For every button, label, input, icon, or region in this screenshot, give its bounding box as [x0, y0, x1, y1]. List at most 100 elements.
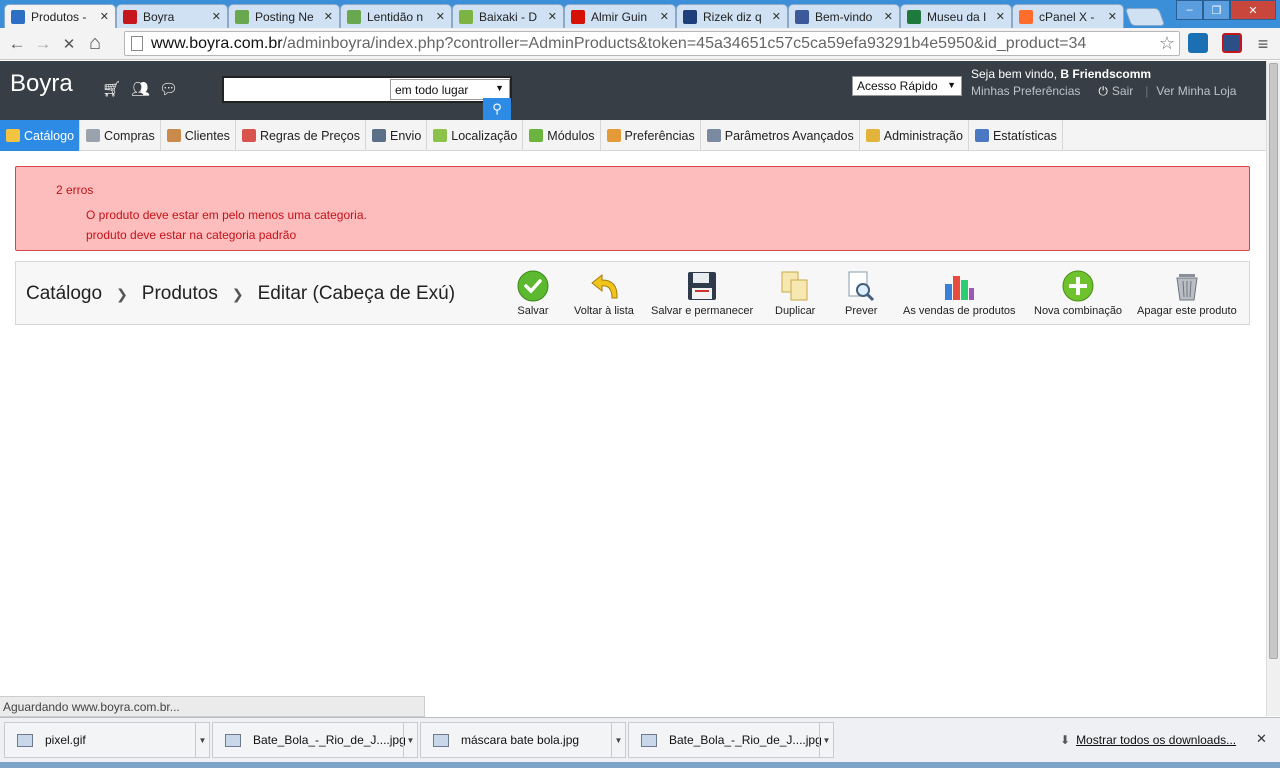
download-item[interactable]: Bate_Bola_-_Rio_de_J....jpg ▼: [628, 722, 834, 758]
browser-tab[interactable]: Almir Guin ✕: [564, 4, 676, 28]
close-tab-icon[interactable]: ✕: [1108, 10, 1117, 23]
search-button[interactable]: ⚲: [483, 98, 511, 120]
trello-extension-icon[interactable]: [1188, 33, 1208, 53]
home-button[interactable]: ⌂: [82, 31, 108, 57]
browser-tab[interactable]: Baixaki - D ✕: [452, 4, 564, 28]
chrome-menu-button[interactable]: ≡: [1250, 31, 1276, 57]
menu-item-label: Estatísticas: [992, 128, 1057, 143]
browser-tab[interactable]: Boyra ✕: [116, 4, 228, 28]
search-scope-select[interactable]: em todo lugar ▼: [390, 79, 510, 100]
delete-product-button[interactable]: Apagar este produto: [1137, 270, 1237, 317]
browser-tab-title: Baixaki - D: [479, 9, 538, 24]
welcome-user: B Friendscomm: [1060, 67, 1152, 81]
browser-tab[interactable]: Posting Ne ✕: [228, 4, 340, 28]
menu-item[interactable]: Estatísticas: [969, 120, 1063, 151]
menu-item[interactable]: Catálogo: [0, 120, 81, 151]
view-store-link[interactable]: Ver Minha Loja: [1156, 84, 1236, 99]
preview-button[interactable]: Prever: [845, 270, 877, 317]
close-tab-icon[interactable]: ✕: [548, 10, 557, 23]
menu-item[interactable]: Compras: [80, 120, 161, 151]
customers-icon[interactable]: 👥︎: [131, 80, 150, 98]
maximize-button[interactable]: ❐: [1203, 0, 1230, 20]
browser-tab[interactable]: Rizek diz q ✕: [676, 4, 788, 28]
duplicate-label: Duplicar: [775, 305, 816, 317]
menu-item-label: Preferências: [624, 128, 695, 143]
browser-tab[interactable]: Museu da I ✕: [900, 4, 1012, 28]
stop-loading-button[interactable]: ✕: [56, 31, 82, 57]
back-to-list-button[interactable]: Voltar à lista: [574, 270, 634, 317]
image-file-icon: [641, 733, 657, 747]
search-input[interactable]: [226, 80, 386, 99]
close-tab-icon[interactable]: ✕: [100, 10, 109, 23]
browser-tab[interactable]: Lentidão n ✕: [340, 4, 452, 28]
bookmark-star-icon[interactable]: ☆: [1159, 33, 1175, 54]
logout-link[interactable]: Sair: [1112, 84, 1133, 99]
browser-tab[interactable]: cPanel X - ✕: [1012, 4, 1124, 28]
menu-item-label: Parâmetros Avançados: [724, 128, 854, 143]
quick-access-select[interactable]: Acesso Rápido ▼: [852, 76, 962, 96]
download-item[interactable]: Bate_Bola_-_Rio_de_J....jpg ▼: [212, 722, 418, 758]
extension-icon[interactable]: [1222, 33, 1242, 53]
menu-item[interactable]: Clientes: [161, 120, 236, 151]
scrollbar-thumb[interactable]: [1269, 63, 1278, 659]
close-shelf-button[interactable]: ✕: [1256, 731, 1267, 747]
new-tab-button[interactable]: [1124, 8, 1166, 26]
browser-tab[interactable]: Produtos - ✕: [4, 4, 116, 28]
breadcrumb-products[interactable]: Produtos: [142, 283, 218, 305]
page-icon: [131, 36, 143, 51]
menu-item[interactable]: Administração: [860, 120, 969, 151]
download-menu-arrow-icon[interactable]: ▼: [819, 723, 833, 757]
menu-item[interactable]: Regras de Preços: [236, 120, 366, 151]
browser-tab-title: Rizek diz q: [703, 9, 762, 24]
dropdown-arrow-icon: ▼: [495, 83, 504, 93]
orders-cart-icon[interactable]: 🛒︎: [102, 80, 121, 98]
close-tab-icon[interactable]: ✕: [212, 10, 221, 23]
menu-item[interactable]: Módulos: [523, 120, 601, 151]
close-tab-icon[interactable]: ✕: [884, 10, 893, 23]
download-menu-arrow-icon[interactable]: ▼: [195, 723, 209, 757]
back-button[interactable]: ←: [4, 31, 30, 57]
close-tab-icon[interactable]: ✕: [996, 10, 1005, 23]
error-item: produto deve estar na categoria padrão: [86, 228, 297, 242]
menu-item[interactable]: Preferências: [601, 120, 701, 151]
address-bar[interactable]: www.boyra.com.br/adminboyra/index.php?co…: [124, 31, 1180, 56]
product-sales-button[interactable]: As vendas de produtos: [903, 270, 1016, 317]
menu-item[interactable]: Parâmetros Avançados: [701, 120, 860, 151]
download-filename: Bate_Bola_-_Rio_de_J....jpg: [669, 733, 822, 747]
welcome-message: Seja bem vindo, B Friendscomm: [971, 67, 1151, 81]
messages-icon[interactable]: 💬︎: [159, 80, 178, 98]
close-tab-icon[interactable]: ✕: [324, 10, 333, 23]
browser-tabs: Produtos - ✕ Boyra ✕ Posting Ne ✕ Lentidão n ✕ B…: [4, 4, 1124, 28]
menu-item-label: Localização: [451, 128, 518, 143]
forward-button[interactable]: →: [30, 31, 56, 57]
globe-icon: [433, 129, 448, 142]
browser-tab[interactable]: Bem-vindo ✕: [788, 4, 900, 28]
duplicate-button[interactable]: Duplicar: [775, 270, 815, 317]
page-scrollbar[interactable]: [1266, 61, 1280, 716]
download-item[interactable]: máscara bate bola.jpg ▼: [420, 722, 626, 758]
admin-brand[interactable]: Boyra: [10, 70, 73, 98]
minimize-button[interactable]: –: [1176, 0, 1203, 20]
menu-item[interactable]: Envio: [366, 120, 428, 151]
close-window-button[interactable]: ✕: [1230, 0, 1276, 20]
download-filename: pixel.gif: [45, 733, 86, 747]
b-logo-icon: [123, 9, 137, 24]
browser-toolbar: ← → ✕ ⌂ www.boyra.com.br/adminboyra/inde…: [0, 28, 1280, 60]
breadcrumb-catalog[interactable]: Catálogo: [26, 283, 102, 305]
show-all-downloads-link[interactable]: ⬇ Mostrar todos os downloads...: [1060, 733, 1236, 747]
download-menu-arrow-icon[interactable]: ▼: [611, 723, 625, 757]
save-and-stay-button[interactable]: Salvar e permanecer: [651, 270, 753, 317]
close-tab-icon[interactable]: ✕: [660, 10, 669, 23]
close-tab-icon[interactable]: ✕: [436, 10, 445, 23]
download-item[interactable]: pixel.gif ▼: [4, 722, 210, 758]
new-combination-button[interactable]: Nova combinação: [1034, 270, 1122, 317]
my-preferences-link[interactable]: Minhas Preferências: [971, 84, 1080, 99]
close-tab-icon[interactable]: ✕: [772, 10, 781, 23]
chevron-right-icon: ❯: [231, 285, 244, 302]
save-button[interactable]: Salvar: [517, 270, 549, 317]
menu-item-label: Administração: [883, 128, 963, 143]
download-menu-arrow-icon[interactable]: ▼: [403, 723, 417, 757]
download-filename: máscara bate bola.jpg: [461, 733, 580, 747]
error-alert: 2 erros O produto deve estar em pelo men…: [15, 166, 1250, 251]
menu-item[interactable]: Localização: [427, 120, 524, 151]
